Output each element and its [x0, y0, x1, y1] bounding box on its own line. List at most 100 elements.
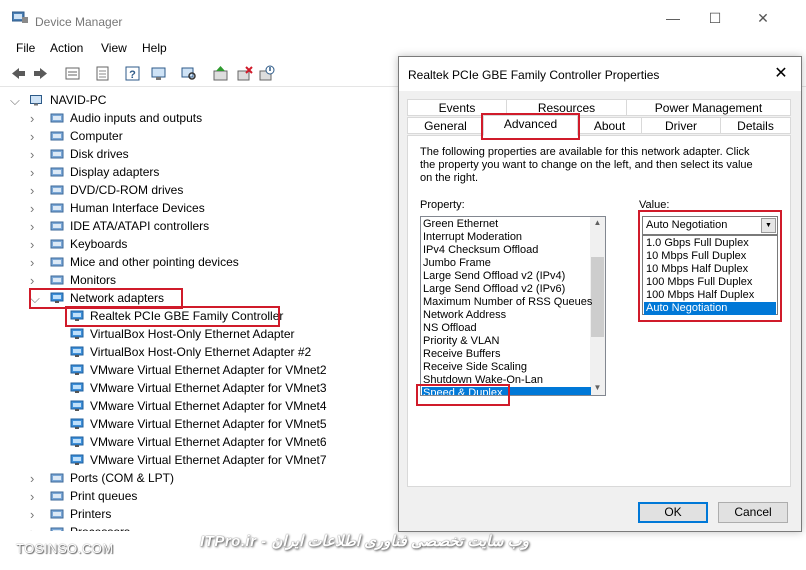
- tree-item-label: VirtualBox Host-Only Ethernet Adapter: [90, 327, 295, 341]
- tree-item-label: VMware Virtual Ethernet Adapter for VMne…: [90, 363, 327, 377]
- cancel-button[interactable]: Cancel: [718, 502, 788, 523]
- tab-about[interactable]: About: [577, 117, 642, 134]
- expand-arrow-icon[interactable]: ›: [30, 200, 34, 217]
- property-item[interactable]: Large Send Offload v2 (IPv4): [423, 270, 565, 283]
- uninstall-icon[interactable]: [236, 65, 253, 82]
- tree-category[interactable]: › Print queues: [0, 488, 390, 505]
- property-item[interactable]: Network Address: [423, 309, 506, 322]
- tree-category[interactable]: › Human Interface Devices: [0, 200, 390, 217]
- tab-general[interactable]: General: [407, 117, 484, 134]
- scrollbar-thumb[interactable]: [591, 257, 604, 337]
- tree-category[interactable]: › Computer: [0, 128, 390, 145]
- menu-file[interactable]: File: [16, 41, 35, 55]
- expand-arrow-icon[interactable]: ›: [30, 164, 34, 181]
- ok-button[interactable]: OK: [638, 502, 708, 523]
- tree-category[interactable]: › Disk drives: [0, 146, 390, 163]
- collapse-arrow-icon[interactable]: ⌵: [10, 92, 20, 109]
- expand-arrow-icon[interactable]: ›: [30, 110, 34, 127]
- property-item[interactable]: Jumbo Frame: [423, 257, 491, 270]
- property-item[interactable]: NS Offload: [423, 322, 477, 335]
- device-manager-icon: [12, 11, 28, 23]
- expand-arrow-icon[interactable]: ›: [30, 524, 34, 531]
- speed-duplex-highlight: [416, 384, 510, 406]
- computer-icon[interactable]: [150, 65, 167, 82]
- disable-icon[interactable]: [258, 65, 275, 82]
- tree-network-adapter[interactable]: VirtualBox Host-Only Ethernet Adapter #2: [0, 344, 390, 361]
- tree-category[interactable]: › Printers: [0, 506, 390, 523]
- menu-view[interactable]: View: [101, 41, 127, 55]
- dvd-icon: [50, 185, 64, 195]
- show-hidden-icon[interactable]: [64, 65, 81, 82]
- network-adapter-icon: [70, 328, 84, 339]
- tree-category[interactable]: › Mice and other pointing devices: [0, 254, 390, 271]
- menu-help[interactable]: Help: [142, 41, 167, 55]
- minimize-button[interactable]: —: [658, 6, 688, 30]
- svg-text:?: ?: [129, 69, 136, 81]
- tree-category[interactable]: › Display adapters: [0, 164, 390, 181]
- network-adapter-icon: [70, 400, 84, 411]
- keyboard-icon: [50, 239, 64, 249]
- tab-details[interactable]: Details: [720, 117, 791, 134]
- dialog-close-button[interactable]: ✕: [769, 63, 793, 85]
- scan-hardware-icon[interactable]: [180, 65, 197, 82]
- tree-category[interactable]: › Audio inputs and outputs: [0, 110, 390, 127]
- tree-network-adapter[interactable]: VMware Virtual Ethernet Adapter for VMne…: [0, 416, 390, 433]
- expand-arrow-icon[interactable]: ›: [30, 488, 34, 505]
- property-item[interactable]: Priority & VLAN: [423, 335, 499, 348]
- tree-network-adapter[interactable]: VMware Virtual Ethernet Adapter for VMne…: [0, 434, 390, 451]
- tree-category[interactable]: › Keyboards: [0, 236, 390, 253]
- help-icon[interactable]: ?: [124, 65, 141, 82]
- expand-arrow-icon[interactable]: ›: [30, 218, 34, 235]
- device-tree: ⌵ NAVID-PC › Audio inputs and outputs › Compu…: [0, 89, 390, 531]
- tab-power-management[interactable]: Power Management: [626, 99, 791, 116]
- tree-item-label: Human Interface Devices: [70, 201, 205, 215]
- update-driver-icon[interactable]: [212, 65, 229, 82]
- tree-category[interactable]: › Monitors: [0, 272, 390, 289]
- tree-network-adapter[interactable]: VMware Virtual Ethernet Adapter for VMne…: [0, 362, 390, 379]
- property-list[interactable]: ▲ ▼ Green Ethernet Interrupt Moderation IP…: [420, 216, 606, 396]
- tree-root[interactable]: ⌵ NAVID-PC: [0, 92, 390, 109]
- network-adapter-icon: [70, 346, 84, 357]
- expand-arrow-icon[interactable]: ›: [30, 182, 34, 199]
- tree-item-label: Computer: [70, 129, 123, 143]
- tree-item-label: VMware Virtual Ethernet Adapter for VMne…: [90, 417, 327, 431]
- scroll-down-icon[interactable]: ▼: [590, 383, 605, 392]
- property-item[interactable]: Receive Buffers: [423, 348, 500, 361]
- properties-icon[interactable]: [94, 65, 111, 82]
- tree-network-adapter[interactable]: VMware Virtual Ethernet Adapter for VMne…: [0, 380, 390, 397]
- tree-category[interactable]: › Ports (COM & LPT): [0, 470, 390, 487]
- close-button[interactable]: ✕: [748, 6, 778, 30]
- expand-arrow-icon[interactable]: ›: [30, 272, 34, 289]
- expand-arrow-icon[interactable]: ›: [30, 254, 34, 271]
- tree-item-label: Monitors: [70, 273, 117, 287]
- property-item[interactable]: IPv4 Checksum Offload: [423, 244, 538, 257]
- tree-category[interactable]: › Processors: [0, 524, 390, 531]
- maximize-button[interactable]: ☐: [700, 6, 730, 30]
- tab-driver[interactable]: Driver: [641, 117, 721, 134]
- expand-arrow-icon[interactable]: ›: [30, 128, 34, 145]
- network-adapter-icon: [70, 418, 84, 429]
- property-item[interactable]: Large Send Offload v2 (IPv6): [423, 283, 565, 296]
- expand-arrow-icon[interactable]: ›: [30, 470, 34, 487]
- monitor-icon: [50, 275, 64, 285]
- tree-category[interactable]: › IDE ATA/ATAPI controllers: [0, 218, 390, 235]
- watermark-left: TOSINSO.COM: [16, 541, 114, 556]
- network-adapter-icon: [70, 454, 84, 465]
- expand-arrow-icon[interactable]: ›: [30, 506, 34, 523]
- computer-icon: [30, 95, 42, 106]
- scroll-up-icon[interactable]: ▲: [590, 218, 605, 227]
- property-item[interactable]: Receive Side Scaling: [423, 361, 527, 374]
- tree-network-adapter[interactable]: VMware Virtual Ethernet Adapter for VMne…: [0, 452, 390, 469]
- property-item[interactable]: Green Ethernet: [423, 218, 498, 231]
- expand-arrow-icon[interactable]: ›: [30, 236, 34, 253]
- tree-category[interactable]: › DVD/CD-ROM drives: [0, 182, 390, 199]
- menu-action[interactable]: Action: [50, 41, 83, 55]
- back-icon[interactable]: [10, 65, 27, 82]
- tree-network-adapter[interactable]: VMware Virtual Ethernet Adapter for VMne…: [0, 398, 390, 415]
- forward-icon[interactable]: [32, 65, 49, 82]
- tree-network-adapter[interactable]: VirtualBox Host-Only Ethernet Adapter: [0, 326, 390, 343]
- expand-arrow-icon[interactable]: ›: [30, 146, 34, 163]
- property-item[interactable]: Maximum Number of RSS Queues: [423, 296, 592, 309]
- property-item[interactable]: Interrupt Moderation: [423, 231, 522, 244]
- network-adapter-icon: [70, 382, 84, 393]
